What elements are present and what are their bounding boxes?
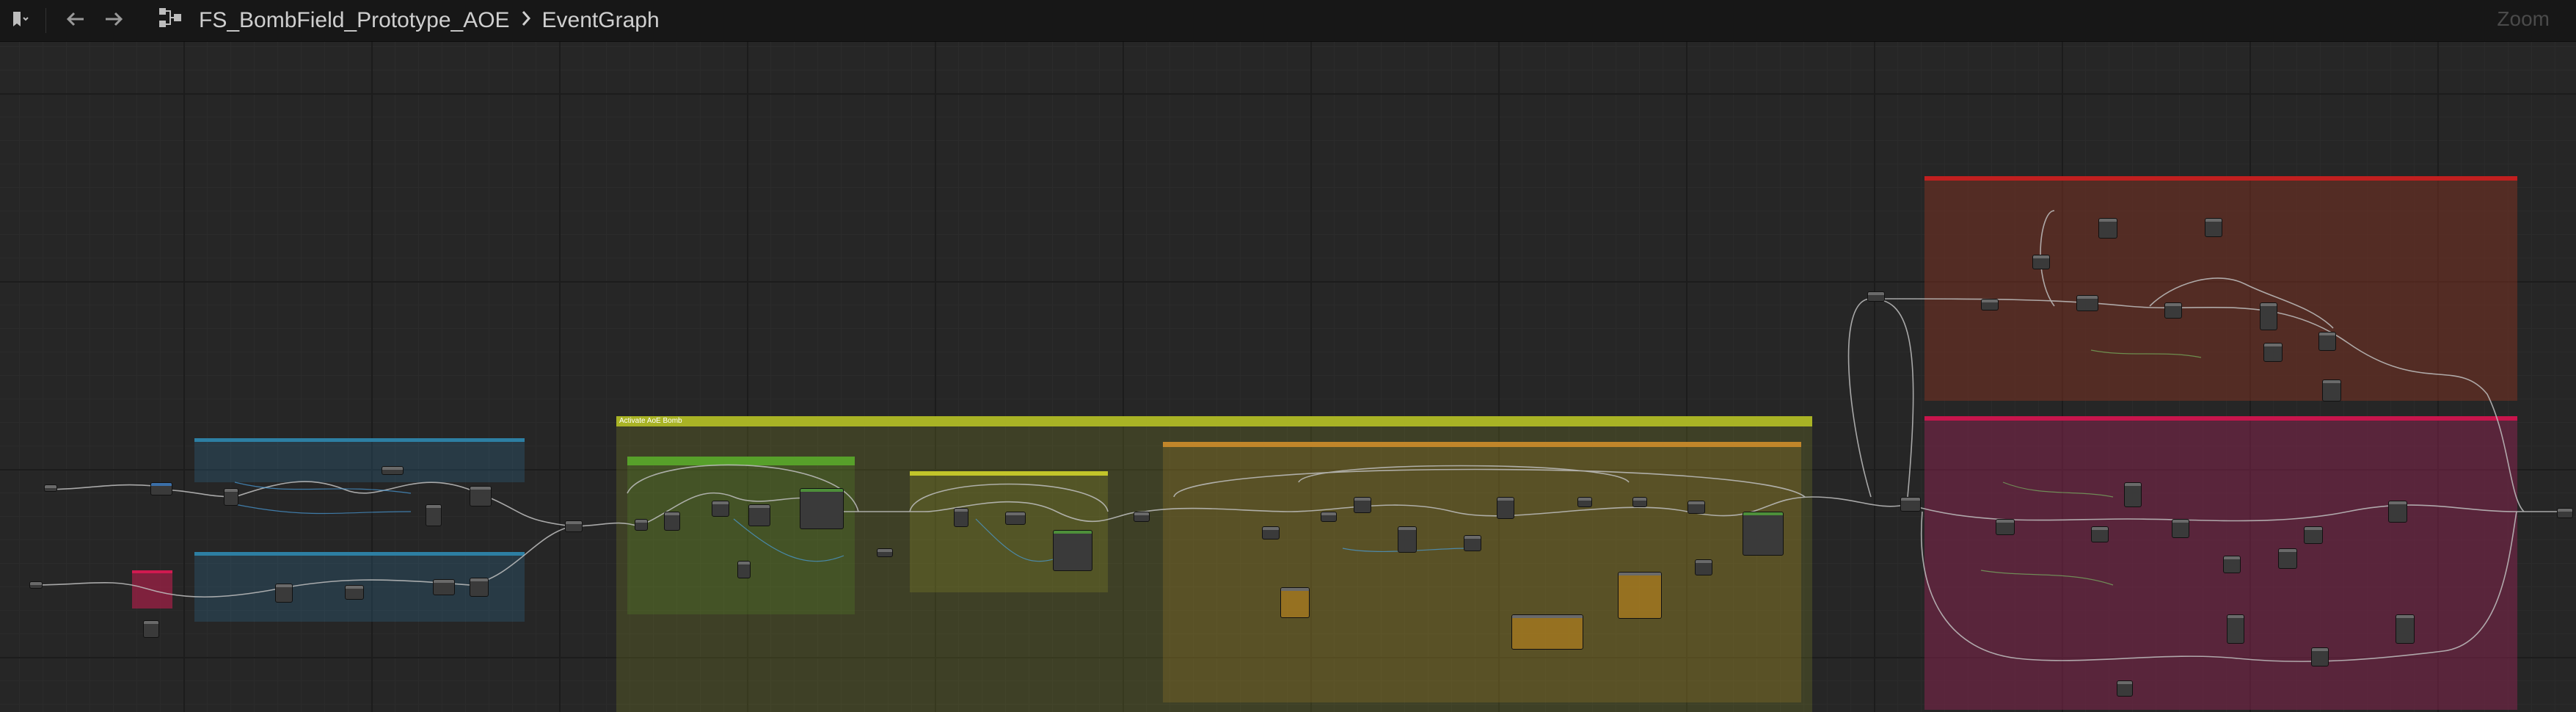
graph-node[interactable] xyxy=(2311,647,2329,666)
graph-node[interactable] xyxy=(1321,512,1337,522)
graph-node[interactable] xyxy=(2263,343,2283,362)
graph-node[interactable] xyxy=(954,508,968,527)
graph-node[interactable] xyxy=(2076,295,2098,311)
graph-node[interactable] xyxy=(1577,497,1592,507)
graph-toolbar: FS_BombField_Prototype_AOE EventGraph Zo… xyxy=(0,0,2576,42)
graph-node[interactable] xyxy=(565,520,583,532)
graph-node[interactable] xyxy=(2205,218,2222,237)
graph-node[interactable] xyxy=(382,466,404,475)
graph-node[interactable] xyxy=(2091,526,2109,542)
graph-node[interactable] xyxy=(2388,501,2407,523)
graph-node[interactable] xyxy=(1053,530,1092,571)
graph-node[interactable] xyxy=(433,579,455,595)
graph-node[interactable] xyxy=(737,561,751,578)
graph-node[interactable] xyxy=(426,504,442,526)
bookmark-icon xyxy=(10,10,29,32)
graph-node[interactable] xyxy=(1981,299,1999,310)
graph-node[interactable] xyxy=(712,501,729,517)
zoom-label: Zoom xyxy=(2497,7,2550,30)
graph-node[interactable] xyxy=(664,512,680,531)
graph-node[interactable] xyxy=(150,482,172,495)
graph-node[interactable] xyxy=(2223,556,2241,573)
graph-node[interactable] xyxy=(2124,482,2142,507)
graph-node[interactable] xyxy=(2322,379,2341,402)
graph-node[interactable] xyxy=(2557,508,2573,518)
graph-node[interactable] xyxy=(1354,497,1371,513)
back-button[interactable] xyxy=(56,0,95,42)
graph-node[interactable] xyxy=(1996,519,2015,535)
graph-node[interactable] xyxy=(1262,526,1280,540)
graph-node[interactable] xyxy=(470,486,492,506)
graph-node[interactable] xyxy=(275,584,293,603)
graph-node[interactable] xyxy=(1005,512,1026,525)
graph-node[interactable] xyxy=(2396,614,2415,644)
graph-node[interactable] xyxy=(2164,302,2182,319)
forward-button[interactable] xyxy=(95,0,133,42)
breadcrumb: FS_BombField_Prototype_AOE EventGraph xyxy=(158,7,660,34)
graph-node[interactable] xyxy=(1280,587,1310,618)
graph-node[interactable] xyxy=(1900,497,1921,512)
graph-node[interactable] xyxy=(1497,497,1514,519)
graph-node[interactable] xyxy=(1632,497,1647,507)
graph-node[interactable] xyxy=(44,484,57,492)
graph-node[interactable] xyxy=(1511,614,1583,650)
graph-node[interactable] xyxy=(1464,535,1481,551)
graph-node[interactable] xyxy=(345,585,364,600)
graph-node[interactable] xyxy=(143,620,159,638)
chevron-right-icon xyxy=(520,9,532,32)
breadcrumb-graph[interactable]: EventGraph xyxy=(542,8,660,33)
arrow-left-icon xyxy=(65,10,87,32)
graph-node[interactable] xyxy=(635,519,648,531)
graph-node[interactable] xyxy=(748,504,770,526)
graph-node[interactable] xyxy=(2117,680,2133,697)
graph-node[interactable] xyxy=(2304,526,2323,544)
graph-node[interactable] xyxy=(1867,291,1885,302)
graph-node[interactable] xyxy=(2172,519,2189,538)
graph-node[interactable] xyxy=(1695,559,1712,575)
graph-node[interactable] xyxy=(2098,218,2117,239)
graph-node[interactable] xyxy=(1134,512,1150,522)
graph-node[interactable] xyxy=(2227,614,2244,644)
graph-node[interactable] xyxy=(877,548,893,557)
graph-node[interactable] xyxy=(1687,501,1705,514)
graph-node[interactable] xyxy=(1743,512,1784,556)
graph-node[interactable] xyxy=(470,578,489,597)
graph-node[interactable] xyxy=(224,488,238,506)
graph-node[interactable] xyxy=(29,581,43,589)
graph-node[interactable] xyxy=(2260,302,2277,330)
breadcrumb-asset[interactable]: FS_BombField_Prototype_AOE xyxy=(199,8,510,33)
bookmark-button[interactable] xyxy=(0,0,40,42)
graph-node[interactable] xyxy=(800,488,844,529)
graph-node[interactable] xyxy=(1398,526,1417,553)
graph-node[interactable] xyxy=(2032,255,2050,269)
blueprint-graph-icon xyxy=(158,7,183,34)
arrow-right-icon xyxy=(103,10,125,32)
graph-node[interactable] xyxy=(1618,572,1662,619)
event-graph-canvas[interactable]: Activate AoE Bomb xyxy=(0,42,2576,712)
graph-node[interactable] xyxy=(2318,332,2336,351)
graph-node[interactable] xyxy=(2278,548,2297,569)
toolbar-divider xyxy=(45,8,46,33)
